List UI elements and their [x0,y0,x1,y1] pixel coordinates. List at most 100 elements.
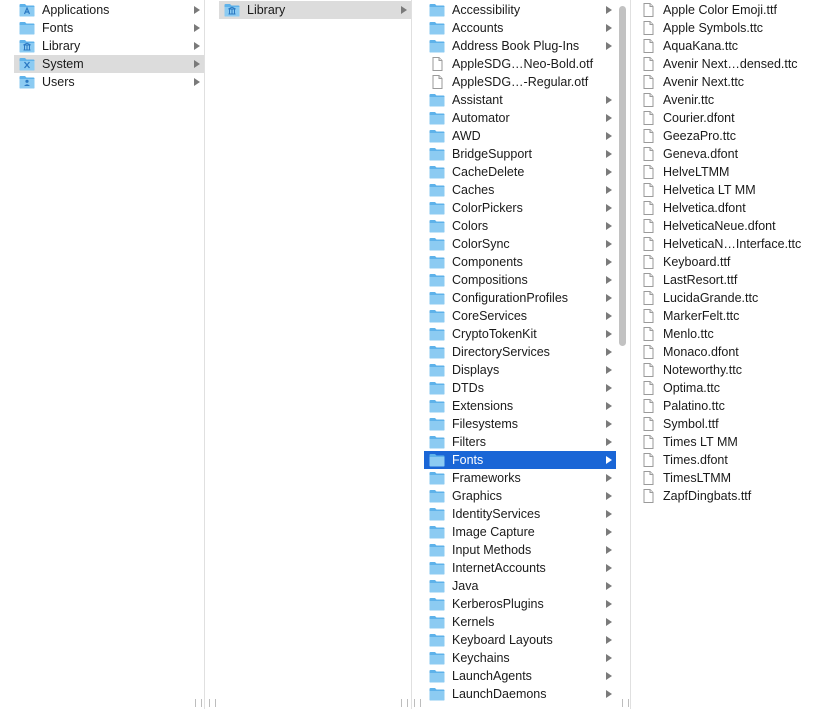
column-library[interactable]: Accessibility Accounts Address Book Plug-I… [412,0,631,709]
fonts-item-avenir-next-ttc[interactable]: Avenir Next.ttc [635,73,819,91]
fonts-item-zapfdingbats-ttf[interactable]: ZapfDingbats.ttf [635,487,819,505]
fonts-item-times-dfont[interactable]: Times.dfont [635,451,819,469]
item-label: Fonts [42,21,74,35]
system-list: Library [219,1,411,19]
library-item-accounts[interactable]: Accounts [424,19,616,37]
fonts-item-noteworthy-ttc[interactable]: Noteworthy.ttc [635,361,819,379]
fonts-item-geneva-dfont[interactable]: Geneva.dfont [635,145,819,163]
column-resize-grip[interactable] [195,699,202,707]
library-item-assistant[interactable]: Assistant [424,91,616,109]
fonts-item-monaco-dfont[interactable]: Monaco.dfont [635,343,819,361]
column-resize-grip[interactable] [209,699,216,707]
sidebar-item-system[interactable]: System [14,55,204,73]
library-item-coreservices[interactable]: CoreServices [424,307,616,325]
library-item-caches[interactable]: Caches [424,181,616,199]
fonts-item-lastresort-ttf[interactable]: LastResort.ttf [635,271,819,289]
library-item-kerberosplugins[interactable]: KerberosPlugins [424,595,616,613]
sidebar-item-fonts[interactable]: Fonts [14,19,204,37]
column-sidebar[interactable]: Applications Fonts Library System Users [0,0,205,709]
fonts-item-helvetica-lt-mm[interactable]: Helvetica LT MM [635,181,819,199]
item-label: Symbol.ttf [663,417,719,431]
file-icon [640,363,656,377]
library-item-configurationprofiles[interactable]: ConfigurationProfiles [424,289,616,307]
library-item-awd[interactable]: AWD [424,127,616,145]
disclosure-arrow-icon [606,6,612,14]
file-icon [640,489,656,503]
fonts-item-courier-dfont[interactable]: Courier.dfont [635,109,819,127]
library-item-applesdg-neo-bold-otf[interactable]: AppleSDG…Neo-Bold.otf [424,55,616,73]
item-label: HelveticaN…Interface.ttc [663,237,802,251]
library-item-cryptotokenkit[interactable]: CryptoTokenKit [424,325,616,343]
fonts-item-menlo-ttc[interactable]: Menlo.ttc [635,325,819,343]
fonts-item-aquakana-ttc[interactable]: AquaKana.ttc [635,37,819,55]
fonts-item-times-lt-mm[interactable]: Times LT MM [635,433,819,451]
library-item-image-capture[interactable]: Image Capture [424,523,616,541]
fonts-item-helvetican-interface-ttc[interactable]: HelveticaN…Interface.ttc [635,235,819,253]
fonts-item-helveticaneue-dfont[interactable]: HelveticaNeue.dfont [635,217,819,235]
item-label: Helvetica.dfont [663,201,746,215]
library-item-compositions[interactable]: Compositions [424,271,616,289]
column-resize-grip[interactable] [622,699,629,707]
library-item-java[interactable]: Java [424,577,616,595]
item-label: Keychains [452,651,510,665]
library-item-graphics[interactable]: Graphics [424,487,616,505]
column-resize-grip[interactable] [401,699,408,707]
fonts-item-geezapro-ttc[interactable]: GeezaPro.ttc [635,127,819,145]
item-label: Compositions [452,273,528,287]
library-item-applesdg-regular-otf[interactable]: AppleSDG…-Regular.otf [424,73,616,91]
item-label: AppleSDG…-Regular.otf [452,75,589,89]
library-item-extensions[interactable]: Extensions [424,397,616,415]
fonts-item-optima-ttc[interactable]: Optima.ttc [635,379,819,397]
fonts-item-palatino-ttc[interactable]: Palatino.ttc [635,397,819,415]
library-item-colors[interactable]: Colors [424,217,616,235]
sidebar-item-users[interactable]: Users [14,73,204,91]
fonts-item-apple-symbols-ttc[interactable]: Apple Symbols.ttc [635,19,819,37]
sidebar-item-applications[interactable]: Applications [14,1,204,19]
fonts-item-avenir-ttc[interactable]: Avenir.ttc [635,91,819,109]
library-item-launchagents[interactable]: LaunchAgents [424,667,616,685]
file-icon [640,201,656,215]
library-item-colorpickers[interactable]: ColorPickers [424,199,616,217]
library-item-input-methods[interactable]: Input Methods [424,541,616,559]
library-item-filesystems[interactable]: Filesystems [424,415,616,433]
item-label: Monaco.dfont [663,345,739,359]
library-item-address-book-plug-ins[interactable]: Address Book Plug-Ins [424,37,616,55]
column-fonts[interactable]: Apple Color Emoji.ttf Apple Symbols.ttc Aq… [631,0,821,709]
library-item-keychains[interactable]: Keychains [424,649,616,667]
system-item-library[interactable]: Library [219,1,411,19]
item-label: System [42,57,84,71]
fonts-item-keyboard-ttf[interactable]: Keyboard.ttf [635,253,819,271]
fonts-item-markerfelt-ttc[interactable]: MarkerFelt.ttc [635,307,819,325]
fonts-item-helveltmm[interactable]: HelveLTMM [635,163,819,181]
library-item-accessibility[interactable]: Accessibility [424,1,616,19]
sidebar-item-library[interactable]: Library [14,37,204,55]
fonts-item-lucidagrande-ttc[interactable]: LucidaGrande.ttc [635,289,819,307]
column-resize-grip[interactable] [414,699,421,707]
fonts-item-helvetica-dfont[interactable]: Helvetica.dfont [635,199,819,217]
column-system[interactable]: Library [205,0,412,709]
library-item-displays[interactable]: Displays [424,361,616,379]
library-item-launchdaemons[interactable]: LaunchDaemons [424,685,616,703]
item-label: BridgeSupport [452,147,532,161]
disclosure-arrow-icon [606,240,612,248]
library-item-frameworks[interactable]: Frameworks [424,469,616,487]
library-item-automator[interactable]: Automator [424,109,616,127]
library-item-kernels[interactable]: Kernels [424,613,616,631]
library-item-cachedelete[interactable]: CacheDelete [424,163,616,181]
item-label: Accounts [452,21,504,35]
library-item-components[interactable]: Components [424,253,616,271]
library-scrollbar[interactable] [619,6,626,346]
library-item-keyboard-layouts[interactable]: Keyboard Layouts [424,631,616,649]
fonts-item-apple-color-emoji-ttf[interactable]: Apple Color Emoji.ttf [635,1,819,19]
library-item-internetaccounts[interactable]: InternetAccounts [424,559,616,577]
library-item-colorsync[interactable]: ColorSync [424,235,616,253]
library-item-fonts[interactable]: Fonts [424,451,616,469]
library-item-filters[interactable]: Filters [424,433,616,451]
fonts-item-timesltmm[interactable]: TimesLTMM [635,469,819,487]
library-item-directoryservices[interactable]: DirectoryServices [424,343,616,361]
fonts-item-symbol-ttf[interactable]: Symbol.ttf [635,415,819,433]
library-item-dtds[interactable]: DTDs [424,379,616,397]
fonts-item-avenir-next-densed-ttc[interactable]: Avenir Next…densed.ttc [635,55,819,73]
library-item-bridgesupport[interactable]: BridgeSupport [424,145,616,163]
library-item-identityservices[interactable]: IdentityServices [424,505,616,523]
